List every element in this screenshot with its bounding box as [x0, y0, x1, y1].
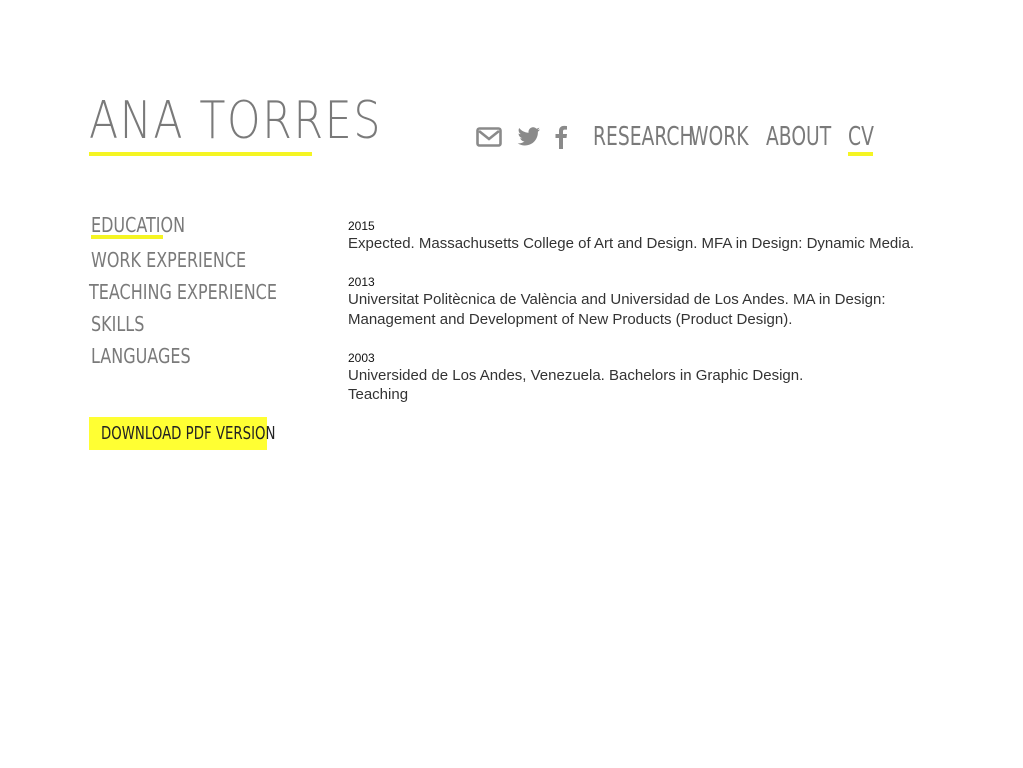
twitter-icon[interactable] — [516, 124, 542, 150]
education-description: Universided de Los Andes, Venezuela. Bac… — [348, 367, 804, 384]
site-logo[interactable]: ANA TORRES — [89, 92, 382, 150]
logo-underline — [89, 152, 312, 156]
nav-cv[interactable]: CV — [848, 122, 874, 152]
download-pdf-label: DOWNLOAD PDF VERSION — [101, 423, 276, 444]
education-year: 2003 — [348, 351, 375, 365]
sidebar-active-underline — [91, 235, 163, 239]
download-pdf-button[interactable]: DOWNLOAD PDF VERSION — [89, 417, 275, 450]
sidebar-item-languages[interactable]: LANGUAGES — [91, 344, 191, 368]
education-year: 2013 — [348, 275, 375, 289]
nav-research[interactable]: RESEARCH — [593, 122, 694, 152]
education-description: Expected. Massachusetts College of Art a… — [348, 235, 915, 252]
nav-active-underline — [848, 152, 873, 156]
nav-about[interactable]: ABOUT — [766, 122, 831, 152]
education-year: 2015 — [348, 219, 375, 233]
education-description: Universitat Politècnica de València and … — [348, 291, 886, 328]
sidebar-item-teaching-experience[interactable]: TEACHING EXPERIENCE — [89, 280, 277, 304]
sidebar-item-work-experience[interactable]: WORK EXPERIENCE — [91, 248, 246, 272]
section-heading-teaching: Teaching — [348, 386, 409, 403]
facebook-icon[interactable] — [548, 124, 574, 150]
sidebar-item-education[interactable]: EDUCATION — [91, 213, 185, 237]
envelope-icon[interactable] — [476, 124, 502, 150]
sidebar-item-skills[interactable]: SKILLS — [91, 312, 144, 336]
nav-work[interactable]: WORK — [690, 122, 749, 152]
